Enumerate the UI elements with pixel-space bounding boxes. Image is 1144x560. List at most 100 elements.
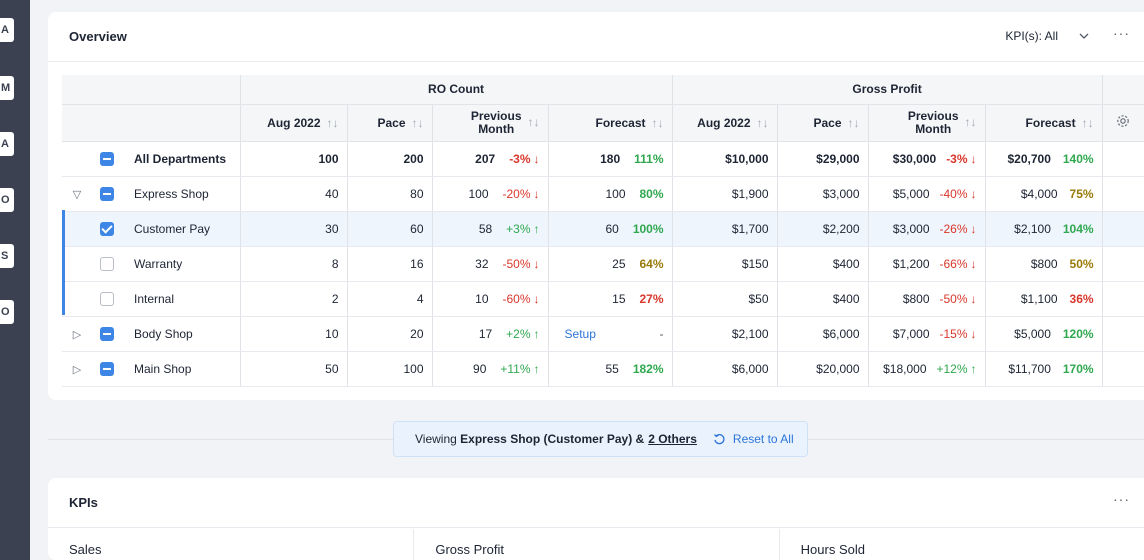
gp-forecast-pct: 120%	[1062, 326, 1094, 341]
row-checkbox[interactable]	[100, 186, 114, 201]
row-checkbox[interactable]	[100, 151, 114, 166]
col-header-ro-prev[interactable]: Previous Month ↑↓	[431, 104, 549, 142]
ro-forecast-pct: 182%	[632, 361, 664, 376]
row-spacer	[1101, 211, 1144, 247]
sort-icon[interactable]: ↑↓	[1082, 116, 1094, 130]
row-spacer	[1101, 141, 1144, 177]
chevron-down-icon[interactable]	[1078, 30, 1090, 42]
rail-tab[interactable]: A	[0, 132, 14, 156]
col-header-gp-prev[interactable]: Previous Month ↑↓	[867, 104, 986, 142]
gp-prev: $3,000 -26% ↓	[867, 211, 986, 247]
ro-prev: 100 -20% ↓	[431, 176, 549, 212]
ro-prev: 58 +3% ↑	[431, 211, 549, 247]
expand-toggle[interactable]: ▷	[62, 351, 92, 387]
table-row[interactable]: ▽ Express Shop 40 80 100 -20% ↓ 100 80% $1,…	[62, 176, 1144, 212]
gp-pace: $20,000	[776, 351, 869, 387]
rail-tab[interactable]: O	[0, 300, 14, 324]
filter-others-link[interactable]: 2 Others	[648, 432, 697, 446]
col-header-gp-pace[interactable]: Pace ↑↓	[776, 104, 869, 142]
change-value: +3%	[506, 221, 531, 236]
row-checkbox-cell[interactable]	[92, 211, 122, 247]
rail-tab[interactable]: S	[0, 244, 14, 268]
ro-pace: 4	[346, 281, 433, 317]
ro-prev: 17 +2% ↑	[431, 316, 549, 352]
gp-prev: $30,000 -3% ↓	[867, 141, 986, 177]
col-header-ro-pace[interactable]: Pace ↑↓	[346, 104, 433, 142]
change-value: -26%	[939, 221, 968, 236]
group-header-settings	[1101, 75, 1144, 105]
col-header-ro-aug[interactable]: Aug 2022 ↑↓	[239, 104, 348, 142]
row-checkbox[interactable]	[100, 326, 114, 341]
kpi-col-gross-profit: Gross Profit	[413, 529, 778, 560]
table-row[interactable]: Warranty 8 16 32 -50% ↓ 25 64% $150 $400 $1…	[62, 246, 1144, 282]
table-row[interactable]: Customer Pay 30 60 58 +3% ↑ 60 100% $1,700 …	[62, 211, 1144, 247]
row-checkbox-cell[interactable]	[92, 351, 122, 387]
gp-forecast-value: $1,100	[1020, 291, 1058, 306]
rail-tab[interactable]: A	[0, 18, 14, 42]
col-label: Forecast	[1025, 115, 1076, 130]
expand-toggle[interactable]: ▷	[62, 316, 92, 352]
col-header-gp-forecast[interactable]: Forecast ↑↓	[984, 104, 1103, 142]
ro-prev-change: +3% ↑	[506, 222, 539, 236]
sort-icon[interactable]: ↑↓	[848, 116, 860, 130]
sort-icon[interactable]: ↑↓	[528, 115, 540, 129]
ro-aug: 10	[239, 316, 348, 352]
ro-forecast-pct: -	[659, 326, 664, 341]
row-checkbox-cell[interactable]	[92, 246, 122, 282]
gp-prev-change: -50% ↓	[940, 292, 977, 306]
row-checkbox[interactable]	[100, 291, 114, 306]
col-header-gp-aug[interactable]: Aug 2022 ↑↓	[671, 104, 778, 142]
sort-icon[interactable]: ↑↓	[965, 115, 977, 129]
gp-aug: $50	[671, 281, 778, 317]
ro-prev-change: -60% ↓	[503, 292, 540, 306]
ro-pace: 200	[346, 141, 433, 177]
setup-link[interactable]: Setup	[565, 327, 596, 341]
kpis-header: KPIs ···	[48, 478, 1144, 528]
sort-icon[interactable]: ↑↓	[652, 116, 664, 130]
row-checkbox-cell[interactable]	[92, 176, 122, 212]
rail-tab[interactable]: M	[0, 76, 14, 100]
gp-forecast-pct: 140%	[1062, 151, 1094, 166]
table-row[interactable]: Internal 2 4 10 -60% ↓ 15 27% $50 $400 $800…	[62, 281, 1144, 317]
ro-forecast: 60 100%	[547, 211, 673, 247]
table-row[interactable]: ▷ Body Shop 10 20 17 +2% ↑ Setup - $2,100 $…	[62, 316, 1144, 352]
change-value: +11%	[500, 361, 531, 376]
more-options-icon[interactable]: ···	[1113, 25, 1130, 41]
row-checkbox[interactable]	[100, 361, 114, 376]
ro-pace: 100	[346, 351, 433, 387]
reset-icon	[713, 433, 725, 444]
row-checkbox[interactable]	[100, 221, 114, 236]
row-checkbox[interactable]	[100, 256, 114, 271]
row-checkbox-cell[interactable]	[92, 316, 122, 352]
rail-tab[interactable]: O	[0, 188, 14, 212]
triangle-right-icon: ▷	[72, 363, 82, 376]
arrow-down-icon: ↓	[970, 221, 977, 236]
table-row[interactable]: All Departments 100 200 207 -3% ↓ 180 111% …	[62, 141, 1144, 177]
ro-prev-change: +11% ↑	[500, 362, 539, 376]
kpi-filter-select[interactable]: KPI(s): All	[1005, 29, 1058, 43]
gear-icon[interactable]	[1116, 114, 1130, 128]
gp-prev: $7,000 -15% ↓	[867, 316, 986, 352]
ro-prev: 10 -60% ↓	[431, 281, 549, 317]
expand-toggle[interactable]: ▽	[62, 176, 92, 212]
more-options-icon[interactable]: ···	[1113, 491, 1130, 507]
kpis-title: KPIs	[69, 495, 98, 510]
row-checkbox-cell[interactable]	[92, 141, 122, 177]
sort-icon[interactable]: ↑↓	[412, 116, 424, 130]
gp-pace: $3,000	[776, 176, 869, 212]
arrow-down-icon: ↓	[533, 186, 540, 201]
table-row[interactable]: ▷ Main Shop 50 100 90 +11% ↑ 55 182% $6,000…	[62, 351, 1144, 387]
table-settings-button[interactable]	[1101, 104, 1144, 142]
row-checkbox-cell[interactable]	[92, 281, 122, 317]
row-spacer	[1101, 176, 1144, 212]
ro-forecast: 180 111%	[547, 141, 673, 177]
col-header-ro-forecast[interactable]: Forecast ↑↓	[547, 104, 673, 142]
sort-icon[interactable]: ↑↓	[327, 116, 339, 130]
reset-to-all-button[interactable]: Reset to All	[713, 432, 794, 446]
gp-aug: $10,000	[671, 141, 778, 177]
group-header-ro-count: RO Count	[239, 75, 673, 105]
ro-forecast-pct: 27%	[639, 291, 664, 306]
gp-prev-change: +12% ↑	[937, 362, 977, 376]
sort-icon[interactable]: ↑↓	[757, 116, 769, 130]
gp-forecast-pct: 75%	[1069, 186, 1094, 201]
